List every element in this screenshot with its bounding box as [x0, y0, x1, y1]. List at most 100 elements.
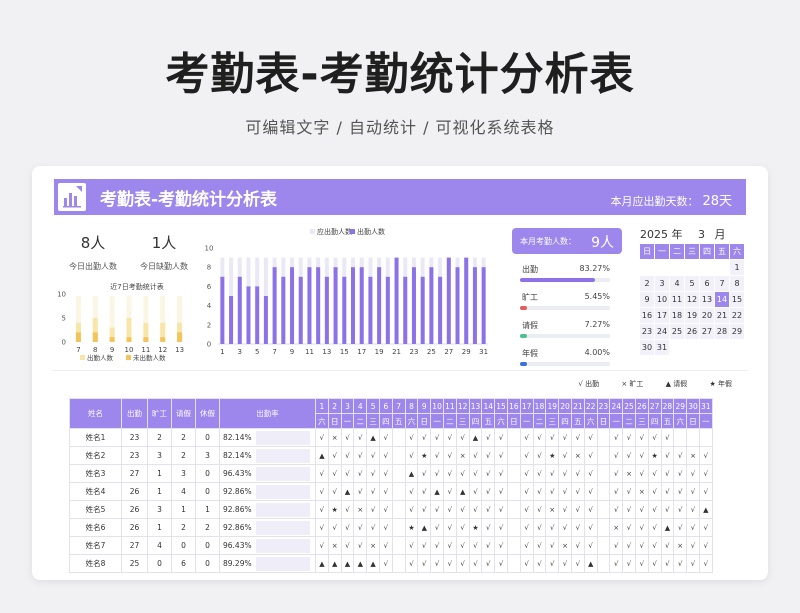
- cell-mark[interactable]: √: [442, 536, 457, 555]
- calendar-day[interactable]: 9: [640, 292, 654, 307]
- cell-mark[interactable]: √: [634, 428, 649, 447]
- cell-mark[interactable]: √: [622, 482, 636, 501]
- cell-mark[interactable]: √: [609, 500, 624, 519]
- cell-rest[interactable]: 0: [195, 428, 220, 447]
- cell-mark[interactable]: √: [519, 536, 534, 555]
- cell-mark[interactable]: √: [583, 518, 598, 537]
- cell-name[interactable]: 姓名1: [69, 428, 122, 447]
- cell-mark[interactable]: √: [366, 482, 380, 501]
- cell-mark[interactable]: √: [609, 554, 624, 573]
- cell-mark[interactable]: √: [583, 536, 598, 555]
- calendar-day[interactable]: 16: [640, 308, 654, 323]
- cell-mark[interactable]: [596, 554, 611, 573]
- cell-name[interactable]: 姓名2: [69, 446, 122, 465]
- cell-mark[interactable]: [506, 554, 521, 573]
- cell-mark[interactable]: √: [378, 536, 393, 555]
- cell-mark[interactable]: [506, 500, 521, 519]
- cell-mark[interactable]: √: [494, 536, 508, 555]
- cell-mark[interactable]: ▲: [417, 518, 432, 537]
- cell-mark[interactable]: ▲: [366, 428, 380, 447]
- calendar-day[interactable]: 11: [670, 292, 684, 307]
- cell-mark[interactable]: √: [404, 428, 419, 447]
- cell-mark[interactable]: √: [558, 482, 572, 501]
- cell-mark[interactable]: √: [634, 446, 649, 465]
- cell-attend[interactable]: 23: [121, 446, 148, 465]
- cell-mark[interactable]: ×: [366, 536, 380, 555]
- cell-mark[interactable]: √: [583, 446, 598, 465]
- cell-mark[interactable]: [596, 446, 611, 465]
- cell-mark[interactable]: √: [660, 500, 675, 519]
- cell-mark[interactable]: √: [442, 518, 457, 537]
- cell-mark[interactable]: √: [417, 464, 432, 483]
- calendar-day[interactable]: 22: [730, 308, 744, 323]
- cell-mark[interactable]: √: [455, 518, 470, 537]
- cell-mark[interactable]: √: [519, 500, 534, 519]
- cell-mark[interactable]: √: [353, 428, 368, 447]
- cell-mark[interactable]: √: [366, 464, 380, 483]
- cell-mark[interactable]: √: [378, 428, 393, 447]
- cell-mark[interactable]: √: [378, 518, 393, 537]
- cell-mark[interactable]: ★: [545, 446, 560, 465]
- cell-rest[interactable]: 0: [195, 482, 220, 501]
- cell-mark[interactable]: √: [673, 518, 688, 537]
- cell-mark[interactable]: √: [698, 518, 713, 537]
- cell-mark[interactable]: √: [519, 518, 534, 537]
- cell-mark[interactable]: [391, 554, 406, 573]
- cell-name[interactable]: 姓名8: [69, 554, 122, 573]
- cell-mark[interactable]: √: [558, 464, 572, 483]
- cell-mark[interactable]: ×: [609, 518, 624, 537]
- cell-mark[interactable]: √: [545, 518, 560, 537]
- cell-rest[interactable]: 0: [195, 554, 220, 573]
- cell-mark[interactable]: √: [340, 464, 355, 483]
- cell-mark[interactable]: √: [455, 428, 470, 447]
- cell-mark[interactable]: √: [622, 446, 636, 465]
- cell-absent[interactable]: 0: [147, 554, 172, 573]
- cell-mark[interactable]: √: [660, 554, 675, 573]
- cell-name[interactable]: 姓名5: [69, 500, 122, 519]
- cell-mark[interactable]: √: [404, 536, 419, 555]
- cell-name[interactable]: 姓名3: [69, 464, 122, 483]
- cell-mark[interactable]: √: [570, 482, 585, 501]
- cell-leave[interactable]: 2: [171, 518, 196, 537]
- cell-mark[interactable]: ×: [327, 536, 342, 555]
- cell-mark[interactable]: √: [327, 482, 342, 501]
- cell-mark[interactable]: √: [673, 554, 688, 573]
- cell-mark[interactable]: ▲: [660, 518, 675, 537]
- cell-attend[interactable]: 25: [121, 554, 148, 573]
- cell-mark[interactable]: √: [570, 554, 585, 573]
- cell-mark[interactable]: √: [558, 446, 572, 465]
- calendar-day[interactable]: 6: [700, 276, 714, 291]
- cell-mark[interactable]: √: [455, 464, 470, 483]
- cell-leave[interactable]: 4: [171, 482, 196, 501]
- cell-mark[interactable]: √: [404, 500, 419, 519]
- cell-mark[interactable]: √: [583, 464, 598, 483]
- cell-mark[interactable]: √: [570, 536, 585, 555]
- cell-mark[interactable]: ×: [673, 536, 688, 555]
- cell-mark[interactable]: √: [430, 428, 444, 447]
- cell-mark[interactable]: ★: [647, 446, 662, 465]
- cell-mark[interactable]: √: [481, 464, 496, 483]
- calendar-day[interactable]: 24: [655, 324, 669, 339]
- cell-mark[interactable]: ▲: [583, 554, 598, 573]
- cell-mark[interactable]: √: [647, 482, 662, 501]
- cell-mark[interactable]: √: [442, 464, 457, 483]
- cell-mark[interactable]: [596, 536, 611, 555]
- cell-mark[interactable]: ▲: [315, 554, 329, 573]
- cell-absent[interactable]: 2: [147, 428, 172, 447]
- cell-mark[interactable]: √: [353, 536, 368, 555]
- cell-absent[interactable]: 1: [147, 464, 172, 483]
- cell-mark[interactable]: √: [532, 482, 547, 501]
- cell-mark[interactable]: √: [583, 500, 598, 519]
- cell-mark[interactable]: √: [532, 428, 547, 447]
- cell-mark[interactable]: [391, 482, 406, 501]
- calendar-day[interactable]: 12: [685, 292, 699, 307]
- cell-mark[interactable]: √: [647, 554, 662, 573]
- cell-mark[interactable]: [596, 518, 611, 537]
- cell-mark[interactable]: √: [481, 446, 496, 465]
- cell-mark[interactable]: ▲: [430, 482, 444, 501]
- cell-mark[interactable]: √: [481, 518, 496, 537]
- cell-mark[interactable]: √: [622, 554, 636, 573]
- cell-mark[interactable]: √: [315, 482, 329, 501]
- cell-mark[interactable]: √: [417, 554, 432, 573]
- cell-mark[interactable]: [506, 464, 521, 483]
